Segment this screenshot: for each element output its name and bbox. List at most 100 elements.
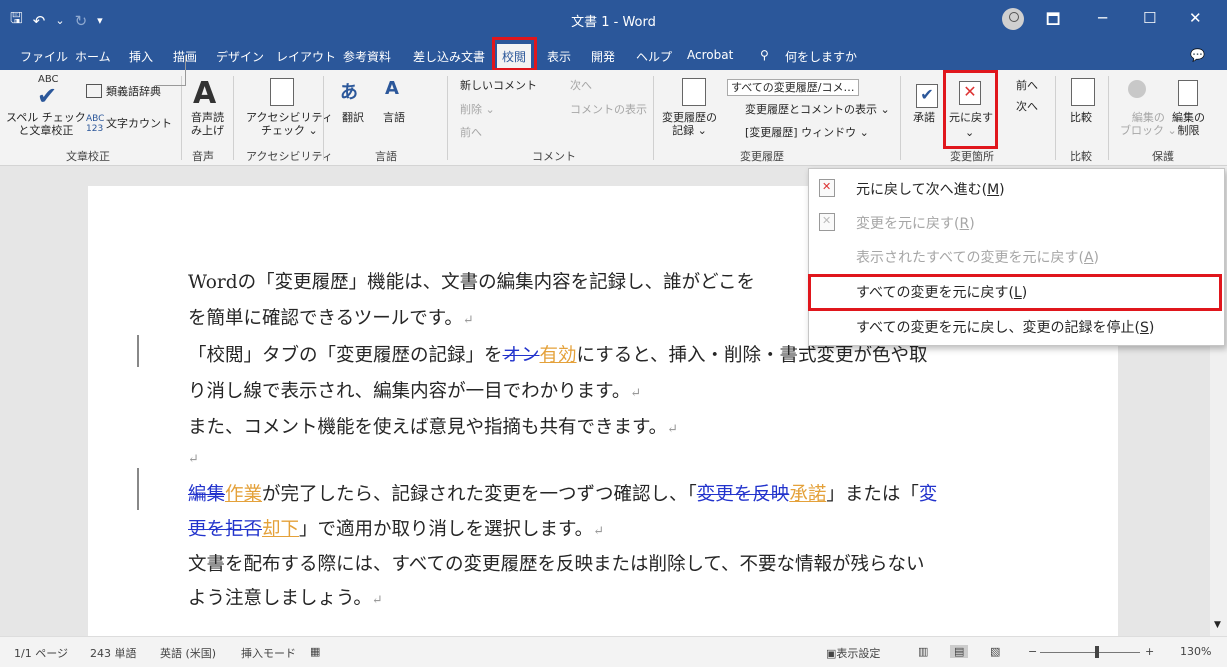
next-change-button[interactable]: 次へ bbox=[1016, 100, 1038, 113]
prev-comment-button: 前へ bbox=[460, 126, 482, 139]
group-separator bbox=[1108, 76, 1109, 160]
group-changes-label: 変更箇所 bbox=[950, 150, 994, 163]
tab-acrobat[interactable]: Acrobat bbox=[687, 48, 733, 62]
delete-comment-button: 削除 ⌄ bbox=[460, 103, 495, 116]
share-icon[interactable]: 💬 bbox=[1190, 48, 1205, 62]
highlight-reject-button bbox=[943, 70, 998, 149]
tab-home[interactable]: ホーム bbox=[75, 48, 111, 65]
group-separator bbox=[323, 76, 324, 160]
close-icon[interactable]: ✕ bbox=[1189, 9, 1202, 27]
status-bar: 1/1 ページ 243 単語 英語 (米国) 挿入モード ▦ ▣表示設定 ▥ ▤… bbox=[0, 636, 1227, 667]
word-count[interactable]: 243 単語 bbox=[90, 645, 137, 661]
tab-file[interactable]: ファイル bbox=[20, 48, 68, 65]
reject-dropdown-menu: 元に戻して次へ進む(M) 変更を元に戻す(R) 表示されたすべての変更を元に戻す… bbox=[808, 168, 1225, 346]
tell-me-search[interactable]: 何をしますか bbox=[785, 48, 857, 65]
lightbulb-icon: ⚲ bbox=[760, 48, 769, 62]
paragraph-6-line-2: よう注意しましょう。↵ bbox=[188, 588, 383, 609]
group-separator bbox=[447, 76, 448, 160]
group-proofing-label: 文章校正 bbox=[66, 150, 110, 163]
language-status[interactable]: 英語 (米国) bbox=[160, 645, 216, 661]
tab-insert[interactable]: 挿入 bbox=[129, 48, 153, 65]
next-comment-button: 次へ bbox=[570, 79, 592, 92]
spell-check-icon[interactable]: ✔ bbox=[37, 82, 57, 110]
compare-button[interactable]: 比較 bbox=[1070, 111, 1092, 124]
accept-button[interactable]: 承諾 bbox=[913, 111, 935, 124]
language-icon: A bbox=[385, 78, 399, 99]
group-separator bbox=[653, 76, 654, 160]
zoom-slider[interactable] bbox=[1040, 652, 1140, 653]
print-layout-icon[interactable]: ▤ bbox=[950, 645, 969, 658]
paragraph-1-line-2: を簡単に確認できるツールです。↵ bbox=[188, 308, 474, 329]
display-settings-icon: ▣ bbox=[826, 647, 837, 660]
zoom-level[interactable]: 130% bbox=[1180, 645, 1211, 658]
new-comment-button[interactable]: 新しいコメント bbox=[460, 79, 537, 92]
group-speech-label: 音声 bbox=[192, 150, 214, 163]
word-count-icon: ABC 123 bbox=[86, 114, 105, 134]
thesaurus-button[interactable]: 類義語辞典 bbox=[106, 85, 161, 98]
title-bar: 🖫 ↶ ⌄ ↻ ▾ 文書 1 - Word 🗖 ─ ☐ ✕ bbox=[0, 0, 1227, 40]
zoom-slider-thumb[interactable] bbox=[1095, 646, 1099, 658]
ribbon-display-icon[interactable]: 🗖 bbox=[1046, 9, 1060, 34]
macro-icon[interactable]: ▦ bbox=[310, 645, 320, 658]
change-bar bbox=[137, 335, 139, 367]
show-comments-button: コメントの表示 bbox=[570, 103, 647, 116]
paragraph-1-line-1: Wordの「変更履歴」機能は、文書の編集内容を記録し、誰がどこを bbox=[188, 272, 756, 293]
reject-change-icon bbox=[819, 213, 835, 231]
insert-mode[interactable]: 挿入モード bbox=[241, 645, 296, 661]
group-separator bbox=[181, 76, 182, 160]
zoom-out-button[interactable]: − bbox=[1028, 645, 1037, 658]
zoom-in-button[interactable]: + bbox=[1145, 645, 1154, 658]
tab-mailings[interactable]: 差し込み文書 bbox=[413, 48, 485, 65]
accessibility-check-button[interactable]: アクセシビリティ チェック ⌄ bbox=[246, 111, 333, 137]
tab-developer[interactable]: 開発 bbox=[591, 48, 615, 65]
menu-item-reject-and-next[interactable]: 元に戻して次へ進む(M) bbox=[856, 179, 1005, 199]
highlight-reject-all-item bbox=[808, 274, 1222, 311]
paragraph-2-line-2: り消し線で表示され、編集内容が一目でわかります。↵ bbox=[188, 381, 642, 402]
web-layout-icon[interactable]: ▧ bbox=[990, 645, 1000, 658]
tab-help[interactable]: ヘルプ bbox=[636, 48, 672, 65]
spell-check-button[interactable]: スペル チェック と文章校正 bbox=[6, 111, 86, 137]
paragraph-5-line-2: 更を拒否却下」で適用か取り消しを選択します。↵ bbox=[188, 519, 605, 540]
account-icon[interactable] bbox=[1002, 8, 1024, 30]
track-changes-icon bbox=[682, 78, 706, 106]
show-markup-button[interactable]: 変更履歴とコメントの表示 ⌄ bbox=[745, 103, 890, 116]
tab-layout[interactable]: レイアウト bbox=[276, 48, 336, 65]
read-aloud-button[interactable]: 音声読 み上げ bbox=[191, 111, 224, 137]
group-comments-label: コメント bbox=[532, 150, 576, 163]
restrict-editing-button[interactable]: 編集の 制限 bbox=[1172, 111, 1205, 137]
scroll-down-icon[interactable]: ▼ bbox=[1214, 620, 1221, 630]
highlight-review-tab bbox=[492, 37, 537, 71]
page-count[interactable]: 1/1 ページ bbox=[14, 645, 68, 661]
reviewing-pane-button[interactable]: [変更履歴] ウィンドウ ⌄ bbox=[745, 126, 869, 139]
track-changes-button[interactable]: 変更履歴の 記録 ⌄ bbox=[662, 111, 717, 137]
language-button[interactable]: 言語 bbox=[383, 111, 405, 124]
menu-item-reject-all-stop-tracking[interactable]: すべての変更を元に戻し、変更の記録を停止(S) bbox=[856, 317, 1154, 337]
group-compare-label: 比較 bbox=[1070, 150, 1092, 163]
read-mode-icon[interactable]: ▥ bbox=[918, 645, 928, 658]
reject-next-icon bbox=[819, 179, 835, 197]
compare-icon bbox=[1071, 78, 1095, 106]
prev-change-button[interactable]: 前へ bbox=[1016, 79, 1038, 92]
read-aloud-icon: A bbox=[193, 76, 217, 111]
margin-corner-mark bbox=[155, 55, 186, 86]
group-accessibility-label: アクセシビリティ bbox=[246, 150, 333, 163]
paragraph-3: また、コメント機能を使えば意見や指摘も共有できます。↵ bbox=[188, 417, 679, 438]
tab-design[interactable]: デザイン bbox=[216, 48, 264, 65]
block-authors-button: 編集の ブロック ⌄ bbox=[1120, 111, 1177, 137]
menu-item-reject-change: 変更を元に戻す(R) bbox=[856, 216, 975, 232]
group-separator bbox=[233, 76, 234, 160]
translate-button[interactable]: 翻訳 bbox=[342, 111, 364, 124]
word-count-button[interactable]: 文字カウント bbox=[106, 117, 172, 130]
minimize-icon[interactable]: ─ bbox=[1098, 9, 1107, 27]
markup-select[interactable]: すべての変更履歴/コメ… bbox=[727, 79, 859, 96]
maximize-icon[interactable]: ☐ bbox=[1143, 9, 1156, 27]
accessibility-icon bbox=[270, 78, 294, 106]
tab-view[interactable]: 表示 bbox=[547, 48, 571, 65]
display-settings-button[interactable]: ▣表示設定 bbox=[826, 645, 880, 661]
paragraph-4-empty: ↵ bbox=[188, 452, 199, 467]
accept-icon: ✔ bbox=[916, 84, 938, 108]
tab-references[interactable]: 参考資料 bbox=[343, 48, 391, 65]
window-title: 文書 1 - Word bbox=[571, 15, 656, 30]
paragraph-5-line-1: 編集作業が完了したら、記録された変更を一つずつ確認し、「変更を反映承諾」または「… bbox=[188, 484, 938, 505]
menu-item-reject-all-shown: 表示されたすべての変更を元に戻す(A) bbox=[856, 250, 1099, 266]
